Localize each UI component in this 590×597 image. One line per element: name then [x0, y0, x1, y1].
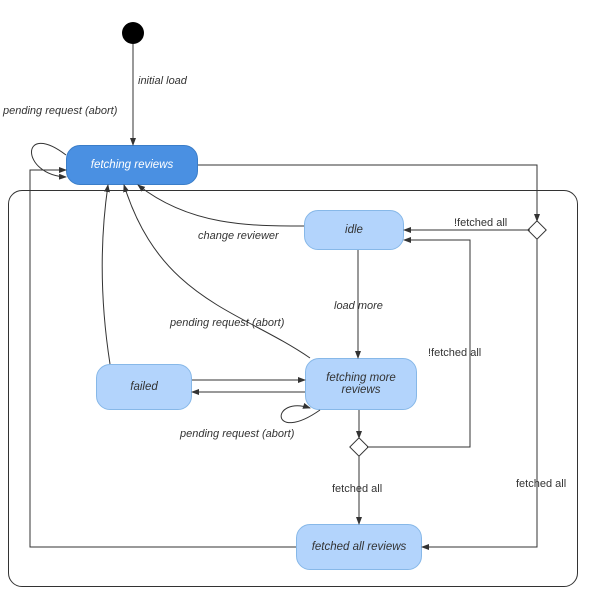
label-pending-abort-bottom: pending request (abort) [180, 428, 294, 440]
state-fetching-reviews: fetching reviews [66, 145, 198, 185]
state-fetched-all-reviews: fetched all reviews [296, 524, 422, 570]
label-load-more: load more [334, 300, 383, 312]
label-not-fetched-2: !fetched all [428, 347, 481, 359]
label-pending-abort-mid: pending request (abort) [170, 317, 284, 329]
label-fetched-all-1: fetched all [332, 483, 382, 495]
label-initial-load: initial load [138, 75, 187, 87]
label-change-reviewer: change reviewer [198, 230, 279, 242]
label-not-fetched-1: !fetched all [454, 217, 507, 229]
state-diagram: fetching reviews idle failed fetching mo… [0, 0, 590, 597]
state-failed: failed [96, 364, 192, 410]
state-fetching-more-reviews: fetching more reviews [305, 358, 417, 410]
label-pending-abort-top: pending request (abort) [3, 105, 117, 117]
state-idle: idle [304, 210, 404, 250]
container-box [8, 190, 578, 587]
initial-state-dot [122, 22, 144, 44]
label-fetched-all-2: fetched all [516, 478, 566, 490]
